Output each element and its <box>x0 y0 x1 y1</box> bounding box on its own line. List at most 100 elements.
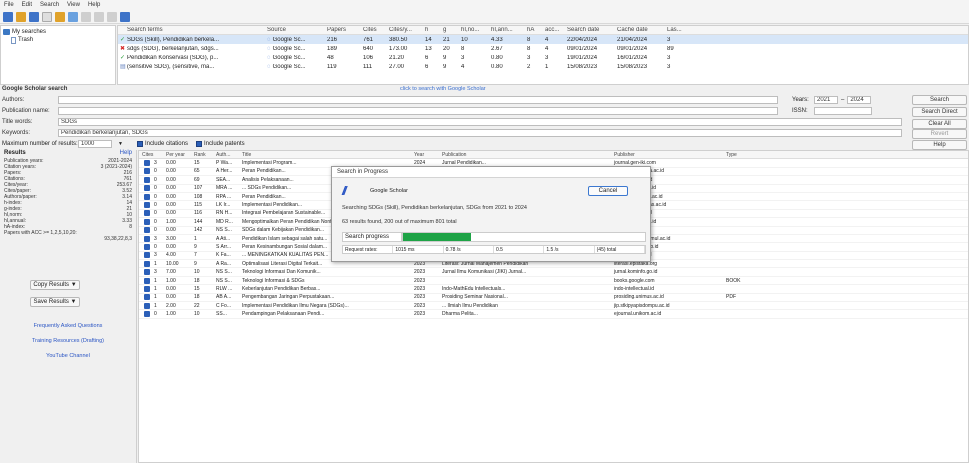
refresh-icon[interactable] <box>81 11 91 22</box>
result-cell-per-year: 10.00 <box>166 260 179 267</box>
save-icon[interactable] <box>29 11 39 22</box>
metrics-help-link[interactable]: Help <box>120 150 132 158</box>
copy-icon[interactable] <box>42 11 52 22</box>
col-hi-annual[interactable]: hI,ann... <box>488 27 524 33</box>
include-patents-checkbox[interactable]: Include patents <box>195 140 245 147</box>
col-papers[interactable]: Papers <box>324 27 360 33</box>
save-results-button[interactable]: Save Results ▼ <box>30 297 80 307</box>
result-cites-value: 0 <box>154 185 157 192</box>
query-cell-g: 9 <box>443 63 447 70</box>
menu-edit[interactable]: Edit <box>22 2 32 8</box>
open-icon[interactable] <box>16 11 26 22</box>
tree-my-searches[interactable]: My searches <box>3 28 113 36</box>
col-rank[interactable]: Rank <box>191 152 213 158</box>
result-cell-per-year: 1.00 <box>166 218 176 225</box>
result-cell-authors: AB A... <box>216 294 232 301</box>
new-icon[interactable] <box>3 11 13 22</box>
col-h[interactable]: h <box>422 27 440 33</box>
search-icon[interactable] <box>68 11 78 22</box>
col-ha[interactable]: hA <box>524 27 542 33</box>
print-icon[interactable] <box>107 11 117 22</box>
result-cell-rank: 18 <box>194 294 200 301</box>
col-year[interactable]: Year <box>411 152 439 158</box>
trash-icon <box>11 36 16 44</box>
result-cell-title: Teknologi Informasi & SDGs <box>242 277 305 284</box>
year-to-field[interactable]: 2024 <box>847 95 872 104</box>
result-cell-authors: RPA ... <box>216 193 232 200</box>
col-acc[interactable]: acc... <box>542 27 564 33</box>
result-cell-per-year: 0.00 <box>166 243 176 250</box>
col-publication[interactable]: Publication <box>439 152 611 158</box>
dialog-searching-text: Searching SDGs (Skill), Pendidikan berke… <box>342 205 527 211</box>
help-button[interactable]: Help <box>912 140 967 150</box>
query-cell-source: ◌ Google Sc... <box>264 64 324 70</box>
result-row[interactable]: 3 7.00 10 NS S... Teknologi Informasi Dan Ko… <box>139 268 968 277</box>
col-cites[interactable]: Cites <box>360 27 386 33</box>
query-cell-source: ◌ Google Sc... <box>264 55 324 61</box>
publication-field[interactable] <box>58 106 778 115</box>
result-cell-rank: 115 <box>194 202 202 209</box>
copy-results-button[interactable]: Copy Results ▼ <box>30 280 80 290</box>
col-cites-year[interactable]: Cites/y... <box>386 27 422 33</box>
faq-link[interactable]: Frequently Asked Questions <box>4 323 132 329</box>
title-words-field[interactable]: SDGs <box>58 117 902 126</box>
result-row[interactable]: 1 1.00 18 NS S... Teknologi Informasi & SDGs… <box>139 277 968 286</box>
query-row[interactable]: ✓ SDGs (Skill), Pendidikan berkela... ◌ Goo… <box>118 35 968 44</box>
max-results-field[interactable]: 1000 <box>78 139 112 148</box>
include-citations-checkbox[interactable]: Include citations <box>136 140 188 147</box>
query-row[interactable]: ✓ Pendidikan Konservasi (SDG), p... ◌ Googl… <box>118 53 968 62</box>
col-g[interactable]: g <box>440 27 458 33</box>
result-cell-authors: RN H... <box>216 210 233 217</box>
search-form: Google Scholar search click to search wi… <box>0 86 969 150</box>
export-icon[interactable] <box>55 11 65 22</box>
col-authors[interactable]: Auth... <box>213 152 239 158</box>
result-cites-value: 3 <box>154 252 157 259</box>
col-search-date[interactable]: Search date <box>564 27 614 33</box>
result-cell-rank: 7 <box>194 252 197 259</box>
search-direct-button[interactable]: Search Direct <box>912 107 967 117</box>
tree-trash[interactable]: Trash <box>3 36 113 44</box>
year-from-field[interactable]: 2021 <box>814 95 838 104</box>
result-cell-cites: 3 <box>139 160 163 167</box>
query-row[interactable]: ✖ sdgs (SDG), berkelanjutan, sdgs... ◌ Goog… <box>118 44 968 53</box>
cancel-button[interactable]: Cancel <box>588 186 628 196</box>
menu-file[interactable]: File <box>4 2 14 8</box>
col-source[interactable]: Source <box>264 27 324 33</box>
col-type[interactable]: Type <box>723 152 783 158</box>
search-progress-bar <box>402 232 646 242</box>
result-row[interactable]: 1 0.00 15 RLW ... Keberlanjutan Pendidikan B… <box>139 285 968 294</box>
col-hi-norm[interactable]: hI,no... <box>458 27 488 33</box>
result-cell-authors: SEA... <box>216 176 231 183</box>
col-search-terms[interactable]: Search terms <box>124 27 264 33</box>
col-publisher[interactable]: Publisher <box>611 152 723 158</box>
settings-icon[interactable] <box>120 11 130 22</box>
result-row[interactable]: 1 2.00 22 C Fo... Implementasi Pendidikan Il… <box>139 302 968 311</box>
search-button[interactable]: Search <box>912 95 967 105</box>
result-status-icon <box>144 252 150 259</box>
result-row[interactable]: 1 0.00 18 AB A... Pengembangan Jaringan Perp… <box>139 294 968 303</box>
col-title[interactable]: Title <box>239 152 411 158</box>
result-row[interactable]: 0 1.00 10 SS... Pendampingan Pelaksanaan Pen… <box>139 310 968 319</box>
col-last[interactable]: Las... <box>664 27 688 33</box>
issn-field[interactable] <box>814 106 872 115</box>
menu-search[interactable]: Search <box>40 2 59 8</box>
search-hint-link[interactable]: click to search with Google Scholar <box>400 86 486 92</box>
authors-field[interactable] <box>58 95 778 104</box>
clear-all-button[interactable]: Clear All <box>912 119 967 129</box>
query-source-label: Google Sc... <box>272 36 306 43</box>
keywords-field[interactable]: Pendidikan berkelanjutan, SDGs <box>58 128 902 137</box>
youtube-link[interactable]: YouTube Channel <box>4 353 132 359</box>
menu-view[interactable]: View <box>67 2 80 8</box>
col-cache-date[interactable]: Cache date <box>614 27 664 33</box>
col-per-year[interactable]: Per year <box>163 152 191 158</box>
query-cell-acc: 4 <box>545 45 549 52</box>
result-cell-rank: 9 <box>194 243 197 250</box>
delete-icon[interactable] <box>94 11 104 22</box>
revert-button[interactable]: Revert <box>912 129 967 139</box>
query-row[interactable]: ▤ (sensitive SDG), (sensitive, ma... ◌ Goog… <box>118 62 968 71</box>
col-cites[interactable]: Cites <box>139 152 163 158</box>
training-link[interactable]: Training Resources (Drafting) <box>4 338 132 344</box>
query-cell-source: ◌ Google Sc... <box>264 37 324 43</box>
menu-help[interactable]: Help <box>88 2 100 8</box>
queries-header: Search terms Source Papers Cites Cites/y… <box>118 26 968 35</box>
